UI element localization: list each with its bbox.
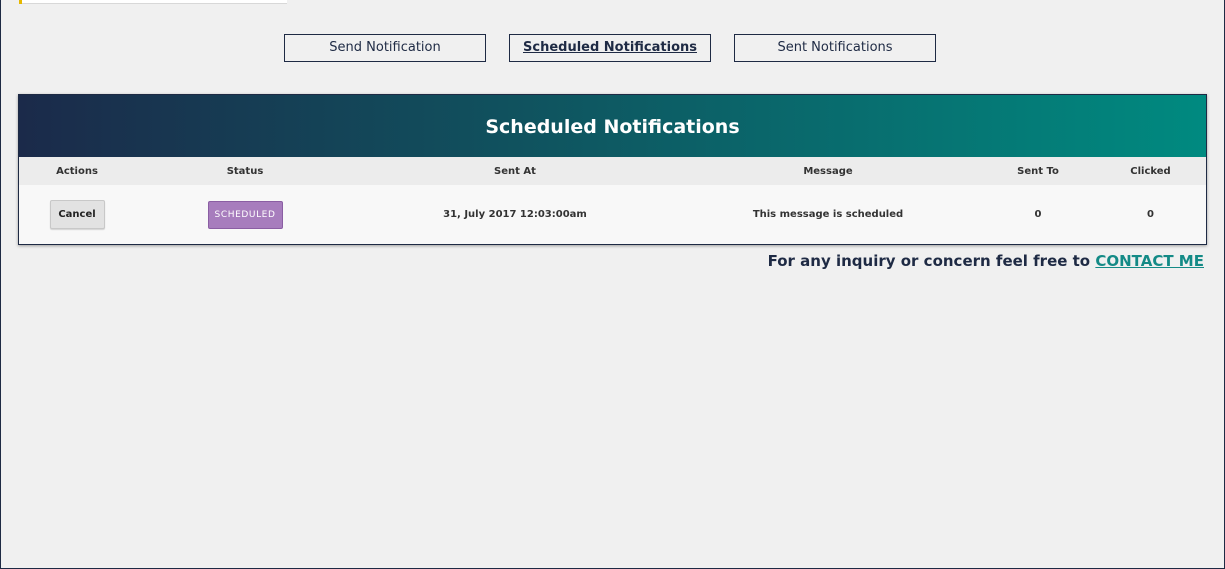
panel-title: Scheduled Notifications	[19, 95, 1206, 157]
top-input-strip	[19, 0, 287, 4]
column-header-sent-at: Sent At	[494, 165, 536, 177]
status-badge: SCHEDULED	[207, 200, 283, 229]
column-header-actions: Actions	[56, 165, 98, 177]
clicked-cell: 0	[1147, 209, 1154, 220]
sent-to-cell: 0	[1034, 209, 1042, 220]
tab-scheduled-notifications[interactable]: Scheduled Notifications	[509, 34, 711, 62]
cancel-button[interactable]: Cancel	[49, 200, 105, 229]
contact-text: For any inquiry or concern feel free to	[767, 252, 1091, 270]
scheduled-notifications-panel: Scheduled Notifications Actions Status S…	[18, 94, 1207, 245]
table-header-row: Actions Status Sent At Message Sent To C…	[19, 157, 1206, 185]
column-header-message: Message	[803, 165, 853, 177]
actions-cell: Cancel	[19, 185, 135, 244]
tab-sent-notifications[interactable]: Sent Notifications	[734, 34, 936, 62]
tab-send-notification[interactable]: Send Notification	[284, 34, 486, 62]
message-cell: This message is scheduled	[752, 209, 904, 220]
column-header-sent-to: Sent To	[1017, 165, 1059, 177]
contact-footer: For any inquiry or concern feel free to …	[768, 252, 1204, 270]
sent-at-cell: 31, July 2017 12:03:00am	[443, 209, 587, 220]
notification-tabs: Send Notification Scheduled Notification…	[1, 34, 1224, 62]
contact-me-link[interactable]: CONTACT ME	[1095, 252, 1204, 270]
table-row: Cancel SCHEDULED 31, July 2017 12:03:00a…	[19, 185, 1206, 244]
column-header-clicked: Clicked	[1130, 165, 1171, 177]
column-header-status: Status	[226, 165, 264, 177]
notifications-table: Actions Status Sent At Message Sent To C…	[19, 157, 1206, 244]
strip-accent	[19, 0, 22, 4]
status-cell: SCHEDULED	[135, 185, 355, 244]
